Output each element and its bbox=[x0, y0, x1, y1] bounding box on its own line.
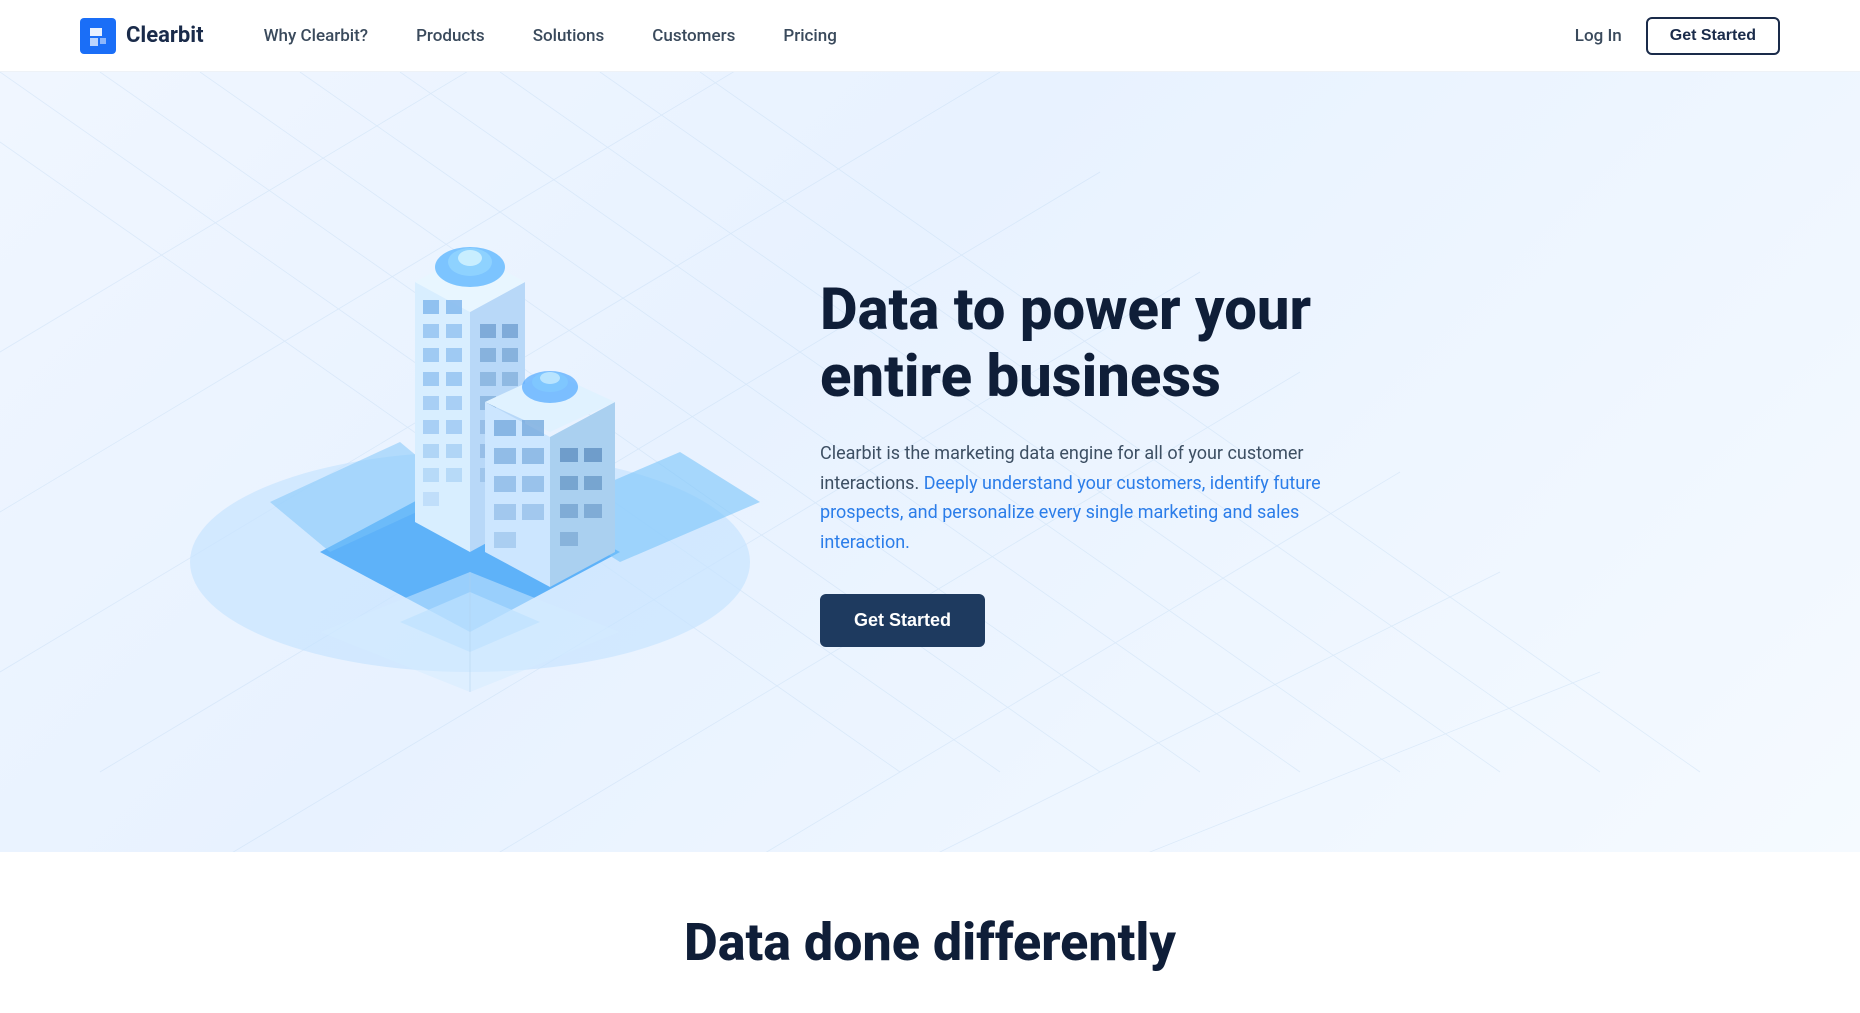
login-link[interactable]: Log In bbox=[1575, 26, 1622, 46]
nav-pricing[interactable]: Pricing bbox=[783, 26, 837, 46]
get-started-nav-button[interactable]: Get Started bbox=[1646, 17, 1780, 55]
nav-products[interactable]: Products bbox=[416, 26, 485, 46]
hero-content: Data to power your entire business Clear… bbox=[820, 277, 1380, 646]
hero-section: Data to power your entire business Clear… bbox=[0, 72, 1860, 852]
bottom-headline: Data done differently bbox=[80, 912, 1780, 973]
hero-description: Clearbit is the marketing data engine fo… bbox=[820, 439, 1380, 558]
logo-icon bbox=[80, 18, 116, 54]
navbar: Clearbit Why Clearbit? Products Solution… bbox=[0, 0, 1860, 72]
get-started-hero-button[interactable]: Get Started bbox=[820, 594, 985, 647]
logo-text: Clearbit bbox=[126, 23, 204, 48]
hero-headline: Data to power your entire business bbox=[820, 277, 1380, 410]
logo-link[interactable]: Clearbit bbox=[80, 18, 204, 54]
nav-links: Why Clearbit? Products Solutions Custome… bbox=[264, 26, 1575, 46]
bottom-section: Data done differently bbox=[0, 852, 1860, 1013]
nav-why-clearbit[interactable]: Why Clearbit? bbox=[264, 26, 369, 46]
nav-actions: Log In Get Started bbox=[1575, 17, 1780, 55]
nav-customers[interactable]: Customers bbox=[652, 26, 735, 46]
nav-solutions[interactable]: Solutions bbox=[533, 26, 605, 46]
hero-illustration bbox=[120, 132, 820, 782]
